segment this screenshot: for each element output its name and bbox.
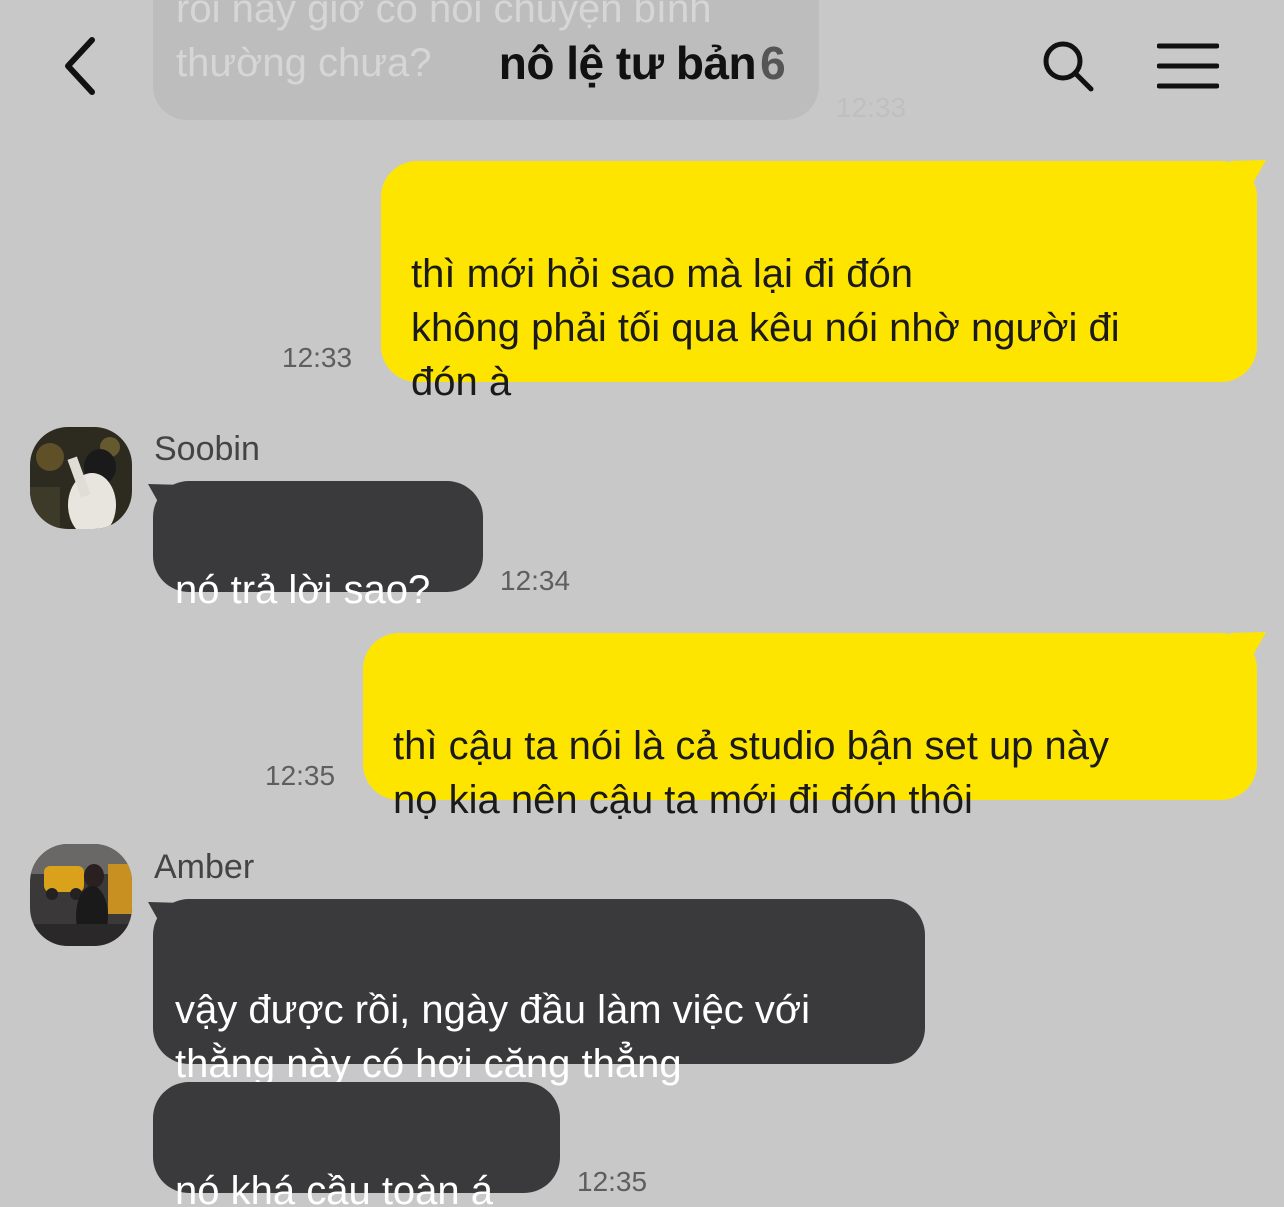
chat-header: nô lệ tư bản6 (0, 0, 1284, 130)
sender-name: Amber (154, 848, 255, 886)
bubble-tail (1230, 160, 1266, 192)
my-message-bubble[interactable]: thì mới hỏi sao mà lại đi đón không phải… (381, 161, 1257, 404)
member-count: 6 (760, 37, 786, 89)
their-message-bubble[interactable]: nó trả lời sao? (153, 481, 483, 612)
avatar-amber[interactable] (30, 844, 132, 946)
their-message-bubble[interactable]: vậy được rồi, ngày đầu làm việc với thằn… (153, 899, 925, 1086)
message-text: nó trả lời sao? (175, 568, 431, 612)
message-time: 12:35 (265, 760, 336, 791)
message-text: thì mới hỏi sao mà lại đi đón không phải… (411, 252, 1120, 404)
avatar-image (30, 844, 132, 946)
their-message-bubble[interactable]: nó khá cầu toàn á (153, 1082, 560, 1207)
sender-name: Soobin (154, 430, 260, 468)
avatar-soobin[interactable] (30, 427, 132, 529)
search-icon (1043, 41, 1094, 92)
menu-button[interactable] (1152, 34, 1224, 98)
message-time: 12:35 (577, 1166, 648, 1197)
avatar-image (30, 427, 132, 529)
my-message-bubble[interactable]: thì cậu ta nói là cả studio bận set up n… (363, 633, 1257, 822)
message-text: nó khá cầu toàn á (175, 1169, 494, 1207)
chat-screen: rồi này giờ có nói chuyện bình thường ch… (0, 0, 1284, 1207)
message-time: 12:33 (282, 342, 353, 373)
bubble-tail (1230, 632, 1266, 664)
search-button[interactable] (1036, 34, 1100, 98)
message-text: vậy được rồi, ngày đầu làm việc với thằn… (175, 988, 811, 1086)
hamburger-menu-icon (1157, 43, 1219, 89)
chat-title-text: nô lệ tư bản (498, 37, 757, 89)
message-text: thì cậu ta nói là cả studio bận set up n… (393, 724, 1110, 822)
message-time: 12:34 (500, 565, 571, 596)
